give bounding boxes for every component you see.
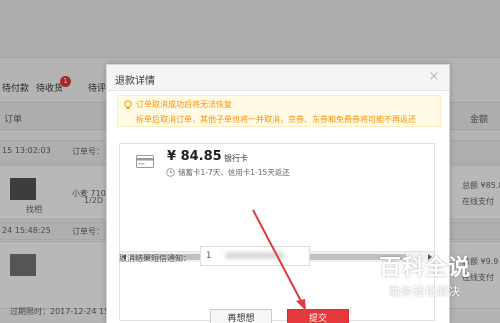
- close-icon[interactable]: ×: [427, 70, 441, 84]
- submit-button[interactable]: 提交: [287, 309, 349, 323]
- phone-number-mask: [225, 252, 285, 259]
- dialog-title: 退款详情: [115, 76, 155, 87]
- refund-amount: ¥ 84.85: [167, 149, 222, 164]
- watermark-subtitle: 助你轻松解决: [389, 285, 461, 298]
- lightbulb-icon: [124, 100, 132, 109]
- refund-duration: 储蓄卡1-7天、信用卡1-15天返还: [178, 168, 290, 177]
- clock-icon: [166, 168, 175, 177]
- cancel-warning-notice: 订单取消成功后将无法恢复 拆单后取消订单，其他子单也将一并取消，京券、东券和免费…: [117, 95, 441, 127]
- watermark: 百科全说 助你轻松解决: [355, 250, 495, 299]
- notice-text-primary: 订单取消成功后将无法恢复: [136, 100, 232, 109]
- refund-method: 银行卡: [224, 154, 248, 163]
- reconsider-button[interactable]: 再想想: [210, 309, 272, 323]
- dialog-header: 退款详情 ×: [107, 65, 449, 91]
- notice-text-secondary: 拆单后取消订单，其他子单也将一并取消，京券、东券和免费券将可能不再返还: [136, 115, 416, 124]
- sms-notify-label: 取消结果短信通知：: [119, 254, 191, 263]
- bank-card-icon: [136, 155, 154, 168]
- watermark-title: 百科全说: [378, 256, 471, 281]
